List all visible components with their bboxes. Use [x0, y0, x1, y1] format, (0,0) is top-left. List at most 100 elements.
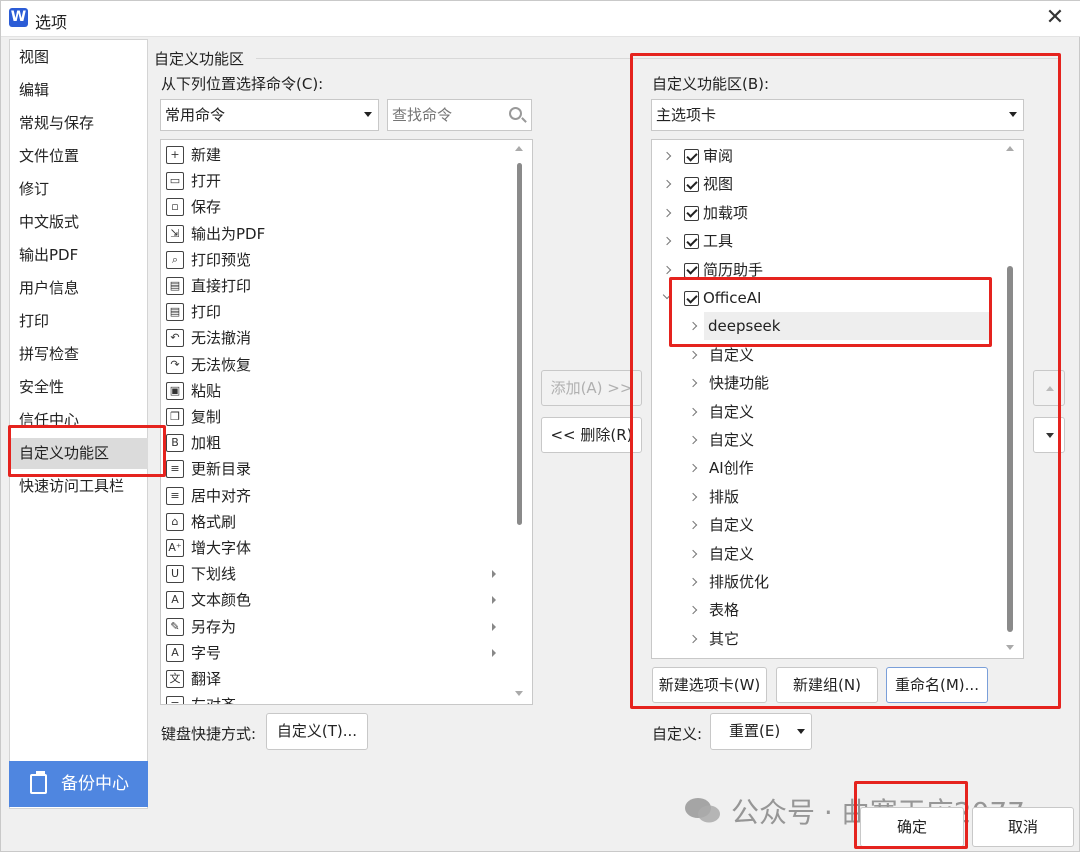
chevron-right-icon[interactable]: [662, 151, 672, 161]
command-item[interactable]: ⌂ 格式刷: [164, 509, 504, 535]
command-item[interactable]: ▣ 粘贴: [164, 378, 504, 404]
remove-button[interactable]: << 删除(R): [541, 417, 642, 453]
ribbon-group-node[interactable]: 表格: [652, 596, 1012, 624]
nav-item[interactable]: 编辑: [10, 75, 148, 106]
nav-item[interactable]: 中文版式: [10, 207, 148, 238]
ribbon-group-node[interactable]: 排版: [652, 483, 1012, 511]
command-item[interactable]: ⇲ 输出为PDF: [164, 221, 504, 247]
command-item[interactable]: ≡ 更新目录: [164, 456, 504, 482]
command-item[interactable]: ❐ 复制: [164, 404, 504, 430]
command-item[interactable]: ▤ 直接打印: [164, 273, 504, 299]
keyboard-customize-button[interactable]: 自定义(T)...: [266, 713, 368, 750]
nav-item[interactable]: 打印: [10, 306, 148, 337]
ribbon-group-node[interactable]: 快捷功能: [652, 369, 1012, 397]
ribbon-tab-node[interactable]: OfficeAI: [652, 284, 1012, 312]
ribbon-tab-node[interactable]: 视图: [652, 170, 1012, 198]
chevron-right-icon[interactable]: [688, 549, 698, 558]
ribbon-tree-scrollbar[interactable]: [1007, 266, 1013, 632]
ribbon-tabs-select[interactable]: 主选项卡: [651, 99, 1024, 131]
ribbon-group-node[interactable]: 自定义: [652, 426, 1012, 454]
nav-item[interactable]: 信任中心: [10, 405, 148, 436]
command-item[interactable]: ▫ 保存: [164, 194, 504, 220]
chevron-right-icon[interactable]: [688, 492, 698, 502]
ribbon-group-node[interactable]: 自定义: [652, 540, 1012, 568]
scroll-down-icon[interactable]: [515, 691, 523, 696]
tab-checkbox[interactable]: [684, 234, 699, 250]
command-item[interactable]: A 文本颜色: [164, 587, 504, 613]
tab-checkbox[interactable]: [684, 262, 699, 278]
command-item[interactable]: A 字号: [164, 640, 504, 666]
scroll-up-icon[interactable]: [515, 146, 523, 151]
tab-checkbox[interactable]: [684, 205, 699, 221]
new-tab-button[interactable]: 新建选项卡(W): [652, 667, 767, 703]
move-up-button[interactable]: [1033, 370, 1065, 406]
chevron-right-icon[interactable]: [688, 407, 698, 416]
scroll-down-icon[interactable]: [1006, 645, 1014, 650]
command-item[interactable]: ≡ 左对齐: [164, 692, 504, 704]
ribbon-tab-node[interactable]: 审阅: [652, 142, 1012, 170]
command-list[interactable]: + 新建 ▭ 打开 ▫ 保存 ⇲ 输出为PDF ⌕ 打印预览 ▤ 直接打印 ▤ 打印 ↶ 无法撤消 ↷ 无法恢复 ▣…: [160, 139, 533, 705]
nav-item[interactable]: 安全性: [10, 372, 148, 403]
scroll-up-icon[interactable]: [1006, 146, 1014, 151]
chevron-right-icon[interactable]: [688, 435, 698, 445]
ribbon-tab-node[interactable]: 工具: [652, 227, 1012, 255]
command-item[interactable]: ▭ 打开: [164, 168, 504, 194]
backup-center-button[interactable]: 备份中心: [9, 761, 148, 807]
ribbon-tab-node[interactable]: 加载项: [652, 199, 1012, 227]
chevron-right-icon[interactable]: [688, 577, 698, 587]
chevron-right-icon[interactable]: [662, 265, 672, 274]
nav-item[interactable]: 用户信息: [10, 273, 148, 304]
chevron-right-icon[interactable]: [688, 634, 698, 644]
nav-item[interactable]: 拼写检查: [10, 339, 148, 370]
command-item[interactable]: ✎ 另存为: [164, 614, 504, 640]
chevron-right-icon[interactable]: [688, 378, 698, 388]
tab-checkbox[interactable]: [684, 291, 699, 306]
command-item[interactable]: B 加粗: [164, 430, 504, 456]
ribbon-group-node[interactable]: 自定义: [652, 398, 1012, 426]
command-item[interactable]: ↶ 无法撤消: [164, 325, 504, 351]
new-group-button[interactable]: 新建组(N): [776, 667, 878, 703]
ribbon-tab-node[interactable]: 简历助手: [652, 256, 1012, 284]
chevron-right-icon[interactable]: [662, 236, 672, 246]
cancel-button[interactable]: 取消: [972, 807, 1074, 847]
close-button[interactable]: ✕: [1043, 7, 1067, 31]
command-list-scrollbar[interactable]: [517, 163, 522, 525]
ribbon-group-node[interactable]: AI创作: [652, 454, 1012, 482]
move-down-button[interactable]: [1033, 417, 1065, 453]
chevron-right-icon[interactable]: [662, 208, 672, 218]
ribbon-group-node[interactable]: 排版优化: [652, 568, 1012, 596]
command-item[interactable]: ↷ 无法恢复: [164, 352, 504, 378]
command-source-select[interactable]: 常用命令: [160, 99, 379, 131]
command-item[interactable]: ≡ 居中对齐: [164, 483, 504, 509]
command-item[interactable]: ▤ 打印: [164, 299, 504, 325]
chevron-right-icon[interactable]: [688, 606, 698, 615]
nav-item[interactable]: 输出PDF: [10, 240, 148, 271]
tab-checkbox[interactable]: [684, 177, 699, 193]
rename-button[interactable]: 重命名(M)...: [886, 667, 988, 703]
ribbon-group-node[interactable]: 自定义: [652, 511, 1012, 539]
ribbon-tree[interactable]: 审阅 视图 加载项 工具 简历助手 OfficeAI deepseek 自定义 快捷功能 自定义自…: [651, 139, 1024, 659]
nav-item[interactable]: 视图: [10, 42, 148, 73]
nav-item[interactable]: 修订: [10, 174, 148, 205]
chevron-right-icon[interactable]: [688, 350, 698, 360]
command-item[interactable]: U 下划线: [164, 561, 504, 587]
chevron-right-icon[interactable]: [688, 322, 698, 331]
search-icon[interactable]: [509, 107, 522, 120]
chevron-down-icon[interactable]: [662, 290, 672, 300]
ribbon-group-node[interactable]: 自定义: [652, 341, 1012, 369]
add-button[interactable]: 添加(A) >>: [541, 370, 642, 406]
command-item[interactable]: + 新建: [164, 142, 504, 168]
command-item[interactable]: ⌕ 打印预览: [164, 247, 504, 273]
ribbon-group-node[interactable]: deepseek: [688, 312, 990, 341]
reset-button[interactable]: 重置(E): [710, 713, 812, 750]
command-item[interactable]: A⁺ 增大字体: [164, 535, 504, 561]
nav-item[interactable]: 常规与保存: [10, 108, 148, 139]
nav-item[interactable]: 自定义功能区: [10, 438, 148, 469]
command-item[interactable]: 文翻译: [164, 666, 504, 692]
chevron-right-icon[interactable]: [688, 520, 698, 530]
tab-checkbox[interactable]: [684, 149, 699, 164]
nav-item[interactable]: 文件位置: [10, 141, 148, 172]
ribbon-group-node[interactable]: 其它: [652, 625, 1012, 653]
chevron-right-icon[interactable]: [688, 464, 698, 473]
chevron-right-icon[interactable]: [662, 180, 672, 189]
